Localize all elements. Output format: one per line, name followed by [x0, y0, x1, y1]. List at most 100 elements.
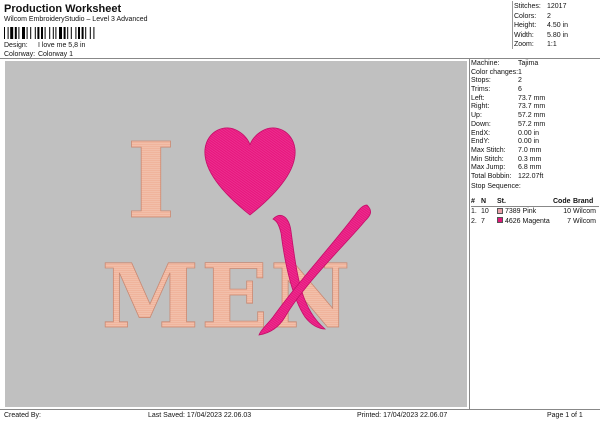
- thread-name: Pink: [522, 208, 537, 215]
- detail-value: Tajima: [518, 60, 539, 67]
- summary-label: Width:: [514, 31, 534, 39]
- footer-divider: [0, 409, 600, 410]
- detail-row: Color changes:1: [471, 69, 599, 78]
- summary-row: Height: 4.50 in: [514, 22, 598, 32]
- detail-value: 7.0 mm: [518, 146, 542, 154]
- software-name: Wilcom EmbroideryStudio – Level 3 Advanc…: [4, 16, 148, 23]
- detail-row: EndY: 0.00 in: [471, 138, 599, 147]
- color-swatch: [497, 207, 503, 214]
- detail-value: 57.2 mm: [518, 112, 546, 120]
- detail-row: Trims: 6: [471, 86, 599, 95]
- detail-label: Down:: [471, 120, 491, 128]
- stop-brand: Wilcom: [573, 217, 596, 225]
- detail-value: 73.7 mm: [518, 94, 546, 102]
- detail-label: Right:: [471, 103, 490, 111]
- header-divider: [0, 58, 600, 59]
- col-brand: Brand: [573, 197, 599, 207]
- stop-brand: Wilcom: [573, 208, 596, 215]
- design-label: Design:: [4, 42, 28, 49]
- colorway-value: Colorway 1: [37, 51, 73, 58]
- summary-label: Height:: [514, 22, 537, 30]
- summary-row: Stitches: 12017: [514, 3, 598, 13]
- colorway-label: Colorway:: [4, 51, 36, 58]
- stop-n: 10: [481, 208, 489, 215]
- embroidery-artwork: I MEN: [101, 119, 371, 348]
- detail-label: Color changes:: [471, 68, 519, 76]
- detail-label: Up:: [471, 112, 482, 120]
- design-preview: I MEN: [5, 61, 467, 407]
- word-men: MEN: [102, 244, 353, 348]
- summary-row: Colors: 2: [514, 13, 598, 23]
- detail-label: Max Jump:: [471, 164, 506, 172]
- detail-value: 0.3 mm: [518, 155, 542, 163]
- detail-row: Max Jump: 6.8 mm: [471, 164, 599, 173]
- detail-value: 73.7 mm: [518, 103, 546, 111]
- detail-value: 0.00 in: [518, 138, 540, 146]
- detail-value: 57.2 mm: [518, 120, 546, 128]
- detail-value: 1: [518, 68, 522, 76]
- stop-row: 2. 7 4626 Magenta 7 Wilcom: [471, 217, 599, 227]
- summary-value: 2: [547, 12, 551, 20]
- detail-row: Machine: Tajima: [471, 60, 599, 69]
- detail-value: 2: [518, 77, 522, 85]
- detail-row: Down: 57.2 mm: [471, 121, 599, 130]
- stop-table-header: # N St. Code Brand: [471, 197, 599, 207]
- summary-label: Stitches:: [514, 3, 541, 10]
- colorway-row: Colorway: Colorway 1: [4, 51, 73, 58]
- barcode: [4, 27, 95, 39]
- stop-thread: 4626 Magenta: [497, 217, 553, 227]
- col-index: #: [471, 197, 481, 207]
- detail-row: Total Bobbin: 122.07ft: [471, 173, 599, 182]
- stop-st: 10: [563, 208, 571, 215]
- detail-value: 6: [518, 86, 522, 94]
- stop-index: 1.: [471, 208, 477, 215]
- detail-value: 122.07ft: [518, 172, 544, 180]
- detail-label: EndX:: [471, 129, 491, 137]
- detail-label: Max Stitch:: [471, 146, 506, 154]
- printed-date: Printed: 17/04/2023 22.06.07: [357, 412, 448, 419]
- detail-label: Trims:: [471, 86, 491, 94]
- details-panel: Machine: Tajima Color changes:1 Stops: 2 T…: [471, 60, 599, 191]
- detail-value: 6.8 mm: [518, 164, 542, 172]
- last-saved: Last Saved: 17/04/2023 22.06.03: [148, 412, 252, 419]
- detail-label: Left:: [471, 94, 485, 102]
- detail-label: Stops:: [471, 77, 491, 85]
- col-st: St.: [497, 197, 553, 207]
- detail-row: Min Stitch: 0.3 mm: [471, 156, 599, 165]
- heart-icon: [204, 127, 296, 216]
- thread-code: 7389: [505, 208, 521, 215]
- summary-label: Zoom:: [514, 41, 534, 49]
- detail-row: Left: 73.7 mm: [471, 95, 599, 104]
- stop-row: 1. 10 7389 Pink 10 Wilcom: [471, 207, 599, 217]
- color-swatch: [497, 217, 503, 223]
- page-number: Page 1 of 1: [547, 412, 583, 419]
- created-by: Created By:: [4, 412, 41, 419]
- detail-label: Min Stitch:: [471, 155, 504, 163]
- summary-row: Zoom: 1:1: [514, 41, 598, 51]
- summary-table: Stitches: 12017 Colors: 2 Height: 4.50 in W…: [514, 3, 598, 51]
- stop-sequence-title: Stop Sequence:: [471, 182, 521, 190]
- summary-value: 4.50 in: [547, 22, 569, 30]
- panel-divider: [469, 58, 470, 409]
- stop-st: 7: [567, 217, 571, 225]
- col-n: N: [481, 197, 497, 207]
- stop-n: 7: [481, 217, 485, 225]
- summary-row: Width: 5.80 in: [514, 32, 598, 42]
- detail-row: EndX: 0.00 in: [471, 130, 599, 139]
- letter-i: I: [127, 119, 176, 242]
- thread-code: 4626: [505, 217, 521, 225]
- summary-label: Colors:: [514, 12, 537, 20]
- stop-index: 2.: [471, 217, 477, 225]
- thread-name: Magenta: [522, 217, 550, 225]
- stop-thread: 7389 Pink: [497, 207, 553, 217]
- design-row: Design: I love me 5,8 in: [4, 42, 85, 49]
- col-code: Code: [553, 197, 573, 207]
- detail-row: Stops: 2: [471, 77, 599, 86]
- detail-row: Max Stitch: 7.0 mm: [471, 147, 599, 156]
- summary-value: 12017: [547, 3, 567, 10]
- detail-row: Up: 57.2 mm: [471, 112, 599, 121]
- stop-sequence-table: # N St. Code Brand 1. 10 7389 Pink 10 Wi…: [471, 197, 599, 226]
- detail-label: Total Bobbin:: [471, 172, 512, 180]
- design-value: I love me 5,8 in: [37, 42, 86, 49]
- summary-value: 5.80 in: [547, 31, 569, 39]
